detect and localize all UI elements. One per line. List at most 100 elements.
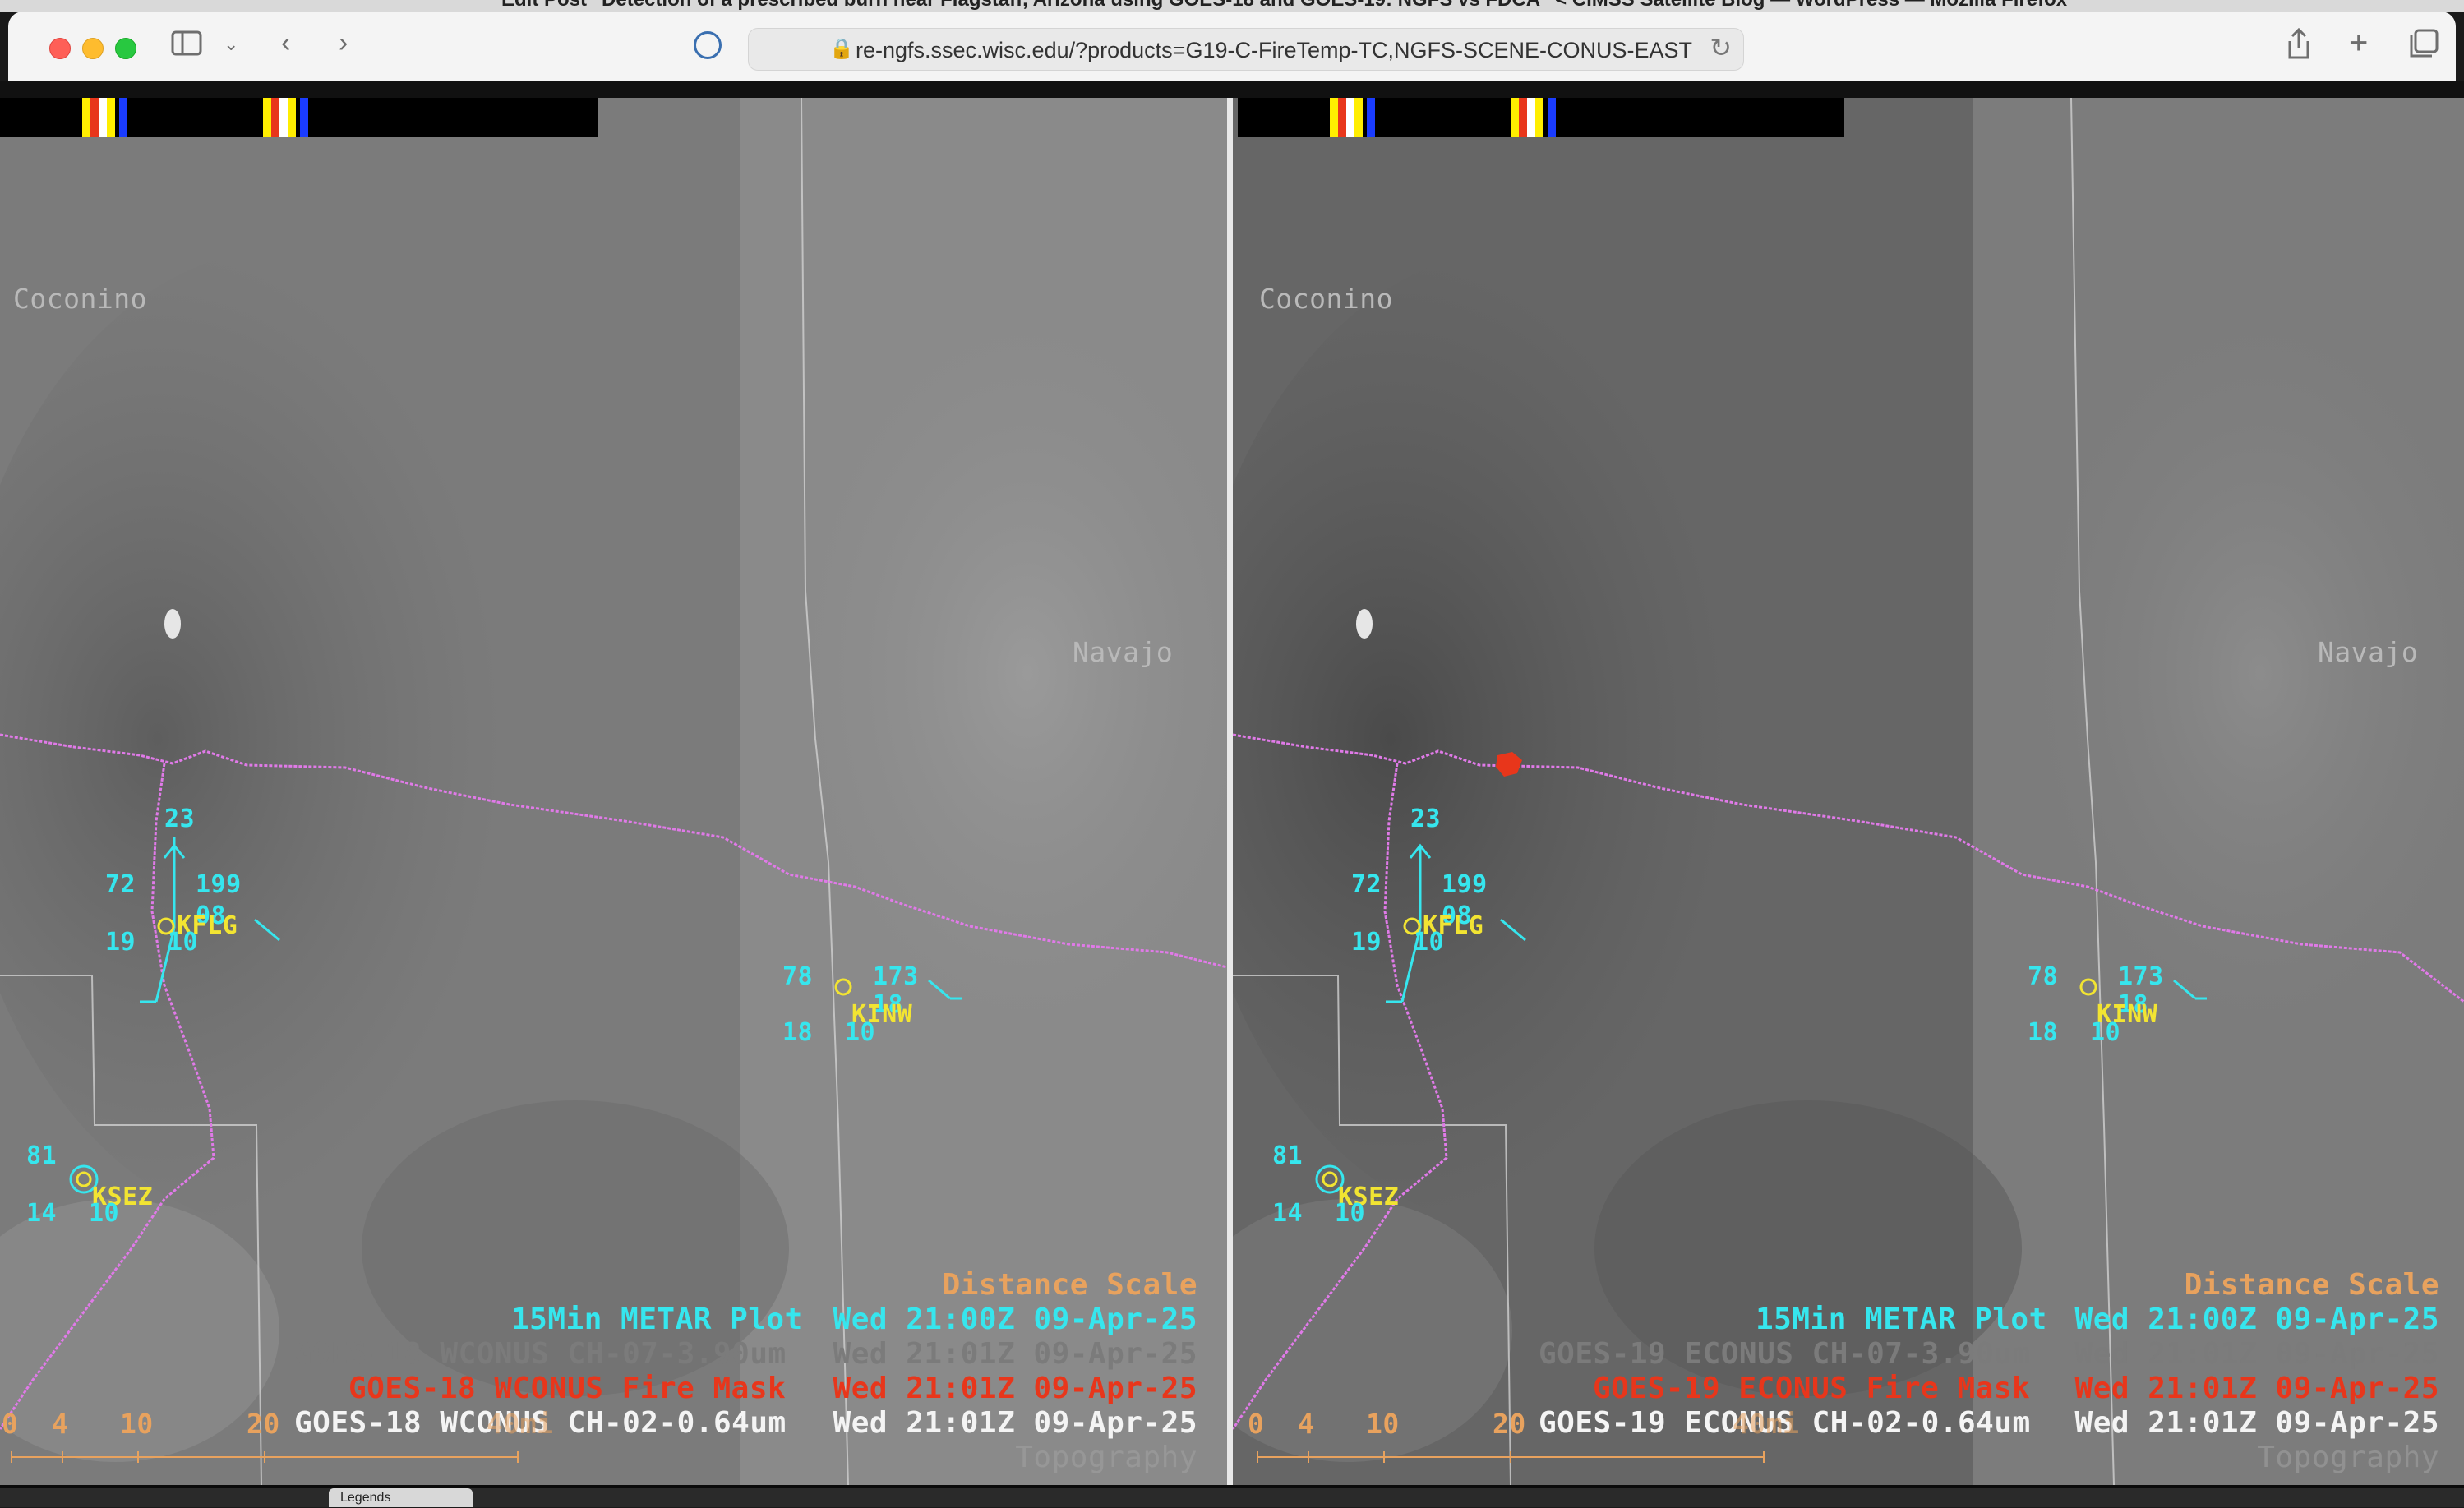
kflg-temp: 72 [105,870,136,899]
kflg-vis: 10 [168,928,199,957]
kflg-pressure: 199 [1442,870,1488,899]
colorbar-swatch [288,98,296,137]
ksez-temp: 81 [1272,1141,1304,1170]
colorbar-swatch [1346,98,1354,137]
distance-scale-title: Distance Scale [942,1268,1197,1302]
window-maximize-button[interactable] [115,38,136,59]
colorbar-swatch [1527,98,1535,137]
topography-label: Topography [1015,1441,1197,1474]
colorbar-swatch [99,98,107,137]
kflg-pressure: 199 [196,870,242,899]
colorbar-swatch [1548,98,1556,137]
colorbar-swatch [1338,98,1346,137]
window-close-button[interactable] [49,38,71,59]
county-label-coconino: Coconino [1259,283,1393,315]
colorbar-swatch [90,98,99,137]
ksez-vis: 10 [1335,1199,1366,1228]
colorbar-swatch [1519,98,1527,137]
kinw-pressure: 173 [873,962,919,991]
lock-icon: 🔒 [829,38,854,60]
scale-tick-20: 20 [1493,1408,1526,1440]
scale-tick-40: 40mi [1733,1408,1800,1440]
distance-scale-title: Distance Scale [2184,1268,2439,1302]
colorbar-swatch [1511,98,1519,137]
legend-label-ch07[interactable]: GOES-18 WCONUS CH-07-3.90um [294,1337,787,1371]
new-tab-icon[interactable]: + [2349,26,2368,59]
legend-label-fire-mask[interactable]: GOES-19 ECONUS Fire Mask [1593,1372,2030,1405]
kflg-dew: 19 [1351,928,1382,957]
colorbar-swatch [107,98,115,137]
county-label-navajo: Navajo [2318,636,2419,668]
browser-toolbar: ⌄ ‹ › 🔒 re-ngfs.ssec.wisc.edu/?products=… [8,12,2456,81]
scale-tick-4: 4 [1298,1408,1315,1440]
viewer-topbar [0,81,2464,98]
scale-tick-0: 0 [2,1408,19,1440]
scale-tick-20: 20 [247,1408,280,1440]
colorbar-swatch [1330,98,1338,137]
legend-label-fire-mask[interactable]: GOES-18 WCONUS Fire Mask [348,1372,786,1405]
colorbar-swatch [271,98,279,137]
scale-tick-10: 10 [1366,1408,1400,1440]
colorbar-swatch [300,98,308,137]
ksez-vis: 10 [89,1199,120,1228]
kflg-vis: 10 [1414,928,1445,957]
county-label-coconino: Coconino [13,283,147,315]
sidebar-toggle-icon[interactable] [171,30,204,65]
legend-time-ch02: Wed 21:01Z 09-Apr-25 [2074,1406,2439,1440]
address-bar[interactable]: 🔒 re-ngfs.ssec.wisc.edu/?products=G19-C-… [748,28,1744,71]
panel-divider[interactable] [1227,98,1233,1485]
tab-overview-icon[interactable] [2408,28,2439,67]
kflg-temp: 72 [1351,870,1382,899]
back-arrow-icon[interactable]: ‹ [281,26,290,59]
scale-tick-4: 4 [52,1408,69,1440]
kflg-gust: 23 [164,805,196,833]
county-label-navajo: Navajo [1073,636,1174,668]
colorbar-swatch [82,98,90,137]
legend-label-ch07[interactable]: GOES-19 ECONUS CH-07-3.90um [1539,1337,2031,1371]
ksez-dew: 14 [26,1199,58,1228]
legend-label-metar[interactable]: 15Min METAR Plot [511,1303,803,1336]
window-title: Edit Post "Detection of a prescribed bur… [501,0,2067,12]
kinw-temp: 78 [2028,962,2059,991]
colorbar-swatch [263,98,271,137]
share-icon[interactable] [2285,26,2313,68]
legend-time-metar: Wed 21:00Z 09-Apr-25 [833,1303,1197,1336]
window-title-bar: Edit Post "Detection of a prescribed bur… [0,0,2464,12]
legend-time-ch02: Wed 21:01Z 09-Apr-25 [833,1406,1197,1440]
chevron-down-icon[interactable]: ⌄ [224,28,238,61]
url-text[interactable]: re-ngfs.ssec.wisc.edu/?products=G19-C-Fi… [856,38,1692,63]
colorbar-swatch [1367,98,1375,137]
legend-time-metar: Wed 21:00Z 09-Apr-25 [2074,1303,2439,1336]
colorbar-swatch [1535,98,1543,137]
legend-time-ch07: Wed 21:01Z 09-Apr-25 [833,1337,1197,1371]
scale-tick-10: 10 [120,1408,154,1440]
colorbar-strip [0,98,598,137]
satellite-panel-goes18[interactable]: Coconino Navajo 23 72 199 08 KFLG 19 10 … [0,98,1227,1485]
legend-label-metar[interactable]: 15Min METAR Plot [1756,1303,2047,1336]
ksez-temp: 81 [26,1141,58,1170]
password-manager-icon[interactable] [694,31,722,59]
legend-time-fire-mask: Wed 21:01Z 09-Apr-25 [833,1372,1197,1405]
distance-scale-bar [11,1451,519,1463]
kinw-temp: 78 [782,962,814,991]
satellite-panel-goes19[interactable]: Coconino Navajo 23 72 199 08 KFLG 19 10 … [1233,98,2464,1485]
kinw-dew: 18 [782,1018,814,1047]
scale-tick-40: 40mi [487,1408,554,1440]
window-minimize-button[interactable] [82,38,104,59]
legend-time-ch07: Wed 21:01Z 09-Apr-25 [2074,1337,2439,1371]
kflg-gust: 23 [1410,805,1442,833]
kinw-dew: 18 [2028,1018,2059,1047]
forward-arrow-icon[interactable]: › [339,26,348,59]
legends-tab[interactable]: Legends [329,1488,473,1507]
scale-tick-0: 0 [1248,1408,1265,1440]
topography-label: Topography [2257,1441,2439,1474]
kinw-vis: 10 [2090,1018,2121,1047]
colorbar-swatch [119,98,127,137]
reload-icon[interactable]: ↻ [1710,32,1732,63]
ksez-dew: 14 [1272,1199,1304,1228]
colorbar-strip [1238,98,1844,137]
kflg-dew: 19 [105,928,136,957]
colorbar-swatch [279,98,288,137]
kinw-pressure: 173 [2118,962,2164,991]
colorbar-swatch [1354,98,1363,137]
